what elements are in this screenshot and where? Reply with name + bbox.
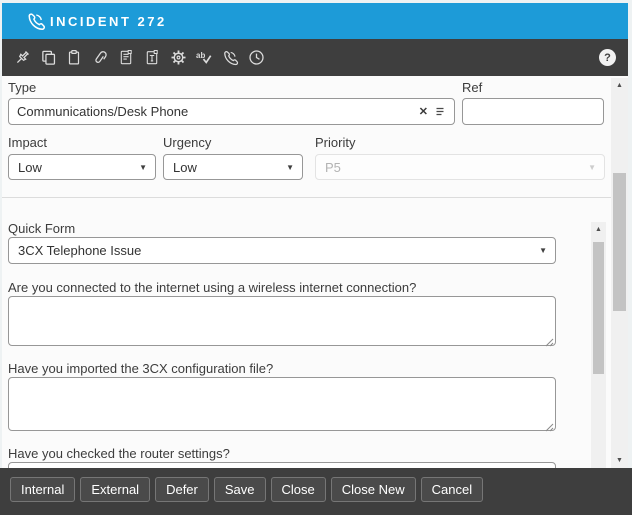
save-button[interactable]: Save	[214, 477, 266, 502]
type-combobox[interactable]: Communications/Desk Phone ✕	[8, 98, 455, 125]
menu-icon[interactable]	[434, 106, 454, 118]
copy-icon[interactable]	[35, 46, 61, 70]
question-2-textarea[interactable]	[8, 377, 556, 431]
scrollbar-thumb[interactable]	[593, 242, 604, 374]
impact-value: Low	[9, 160, 139, 175]
quick-form-value: 3CX Telephone Issue	[9, 243, 539, 258]
title-bar: INCIDENT 272	[2, 3, 628, 39]
impact-select[interactable]: Low ▼	[8, 154, 156, 180]
paste-icon[interactable]	[61, 46, 87, 70]
impact-label: Impact	[8, 135, 47, 150]
resize-grip-icon[interactable]	[544, 419, 554, 429]
priority-value: P5	[316, 160, 588, 175]
chevron-down-icon: ▼	[286, 163, 302, 172]
ref-input[interactable]	[462, 98, 604, 125]
question-2-label: Have you imported the 3CX configuration …	[8, 361, 273, 376]
quick-form-label: Quick Form	[8, 221, 75, 236]
spell-check-icon[interactable]: ab	[191, 46, 217, 70]
quick-form-scrollbar[interactable]: ▲	[591, 222, 606, 468]
resize-grip-icon[interactable]	[544, 334, 554, 344]
question-1-textarea[interactable]	[8, 296, 556, 346]
close-new-button[interactable]: Close New	[331, 477, 416, 502]
urgency-select[interactable]: Low ▼	[163, 154, 303, 180]
urgency-label: Urgency	[163, 135, 211, 150]
external-button[interactable]: External	[80, 477, 150, 502]
toolbar: ab ?	[2, 39, 628, 76]
notes-icon[interactable]	[113, 46, 139, 70]
help-button[interactable]: ?	[599, 49, 616, 66]
cancel-button[interactable]: Cancel	[421, 477, 483, 502]
priority-label: Priority	[315, 135, 355, 150]
close-button[interactable]: Close	[271, 477, 326, 502]
pin-icon[interactable]	[9, 46, 35, 70]
clear-icon[interactable]: ✕	[413, 105, 434, 118]
history-icon[interactable]	[243, 46, 269, 70]
urgency-value: Low	[164, 160, 286, 175]
window-title: INCIDENT 272	[50, 14, 167, 29]
internal-button[interactable]: Internal	[10, 477, 75, 502]
scroll-up-icon[interactable]: ▲	[611, 78, 628, 93]
type-label: Type	[8, 80, 36, 95]
incident-window: INCIDENT 272	[0, 0, 632, 515]
quick-form-select[interactable]: 3CX Telephone Issue ▼	[8, 237, 556, 264]
priority-select: P5 ▼	[315, 154, 605, 180]
form-icon[interactable]	[139, 46, 165, 70]
scrollbar-thumb[interactable]	[613, 173, 626, 311]
scroll-up-icon[interactable]: ▲	[591, 222, 606, 237]
page-scrollbar[interactable]: ▲ ▼	[611, 78, 628, 468]
phone-icon[interactable]	[217, 46, 243, 70]
question-1-label: Are you connected to the internet using …	[8, 280, 416, 295]
ref-label: Ref	[462, 80, 482, 95]
incident-phone-icon	[26, 11, 46, 31]
incident-form: Type Communications/Desk Phone ✕ Ref Imp…	[2, 76, 628, 468]
chevron-down-icon: ▼	[139, 163, 155, 172]
type-value: Communications/Desk Phone	[9, 104, 413, 119]
action-bar: Internal External Defer Save Close Close…	[0, 468, 632, 515]
question-3-label: Have you checked the router settings?	[8, 446, 230, 461]
section-divider	[2, 197, 612, 198]
chevron-down-icon: ▼	[588, 163, 604, 172]
defer-button[interactable]: Defer	[155, 477, 209, 502]
settings-icon[interactable]	[165, 46, 191, 70]
scroll-down-icon[interactable]: ▼	[611, 453, 628, 468]
attachment-icon[interactable]	[87, 46, 113, 70]
chevron-down-icon: ▼	[539, 246, 555, 255]
